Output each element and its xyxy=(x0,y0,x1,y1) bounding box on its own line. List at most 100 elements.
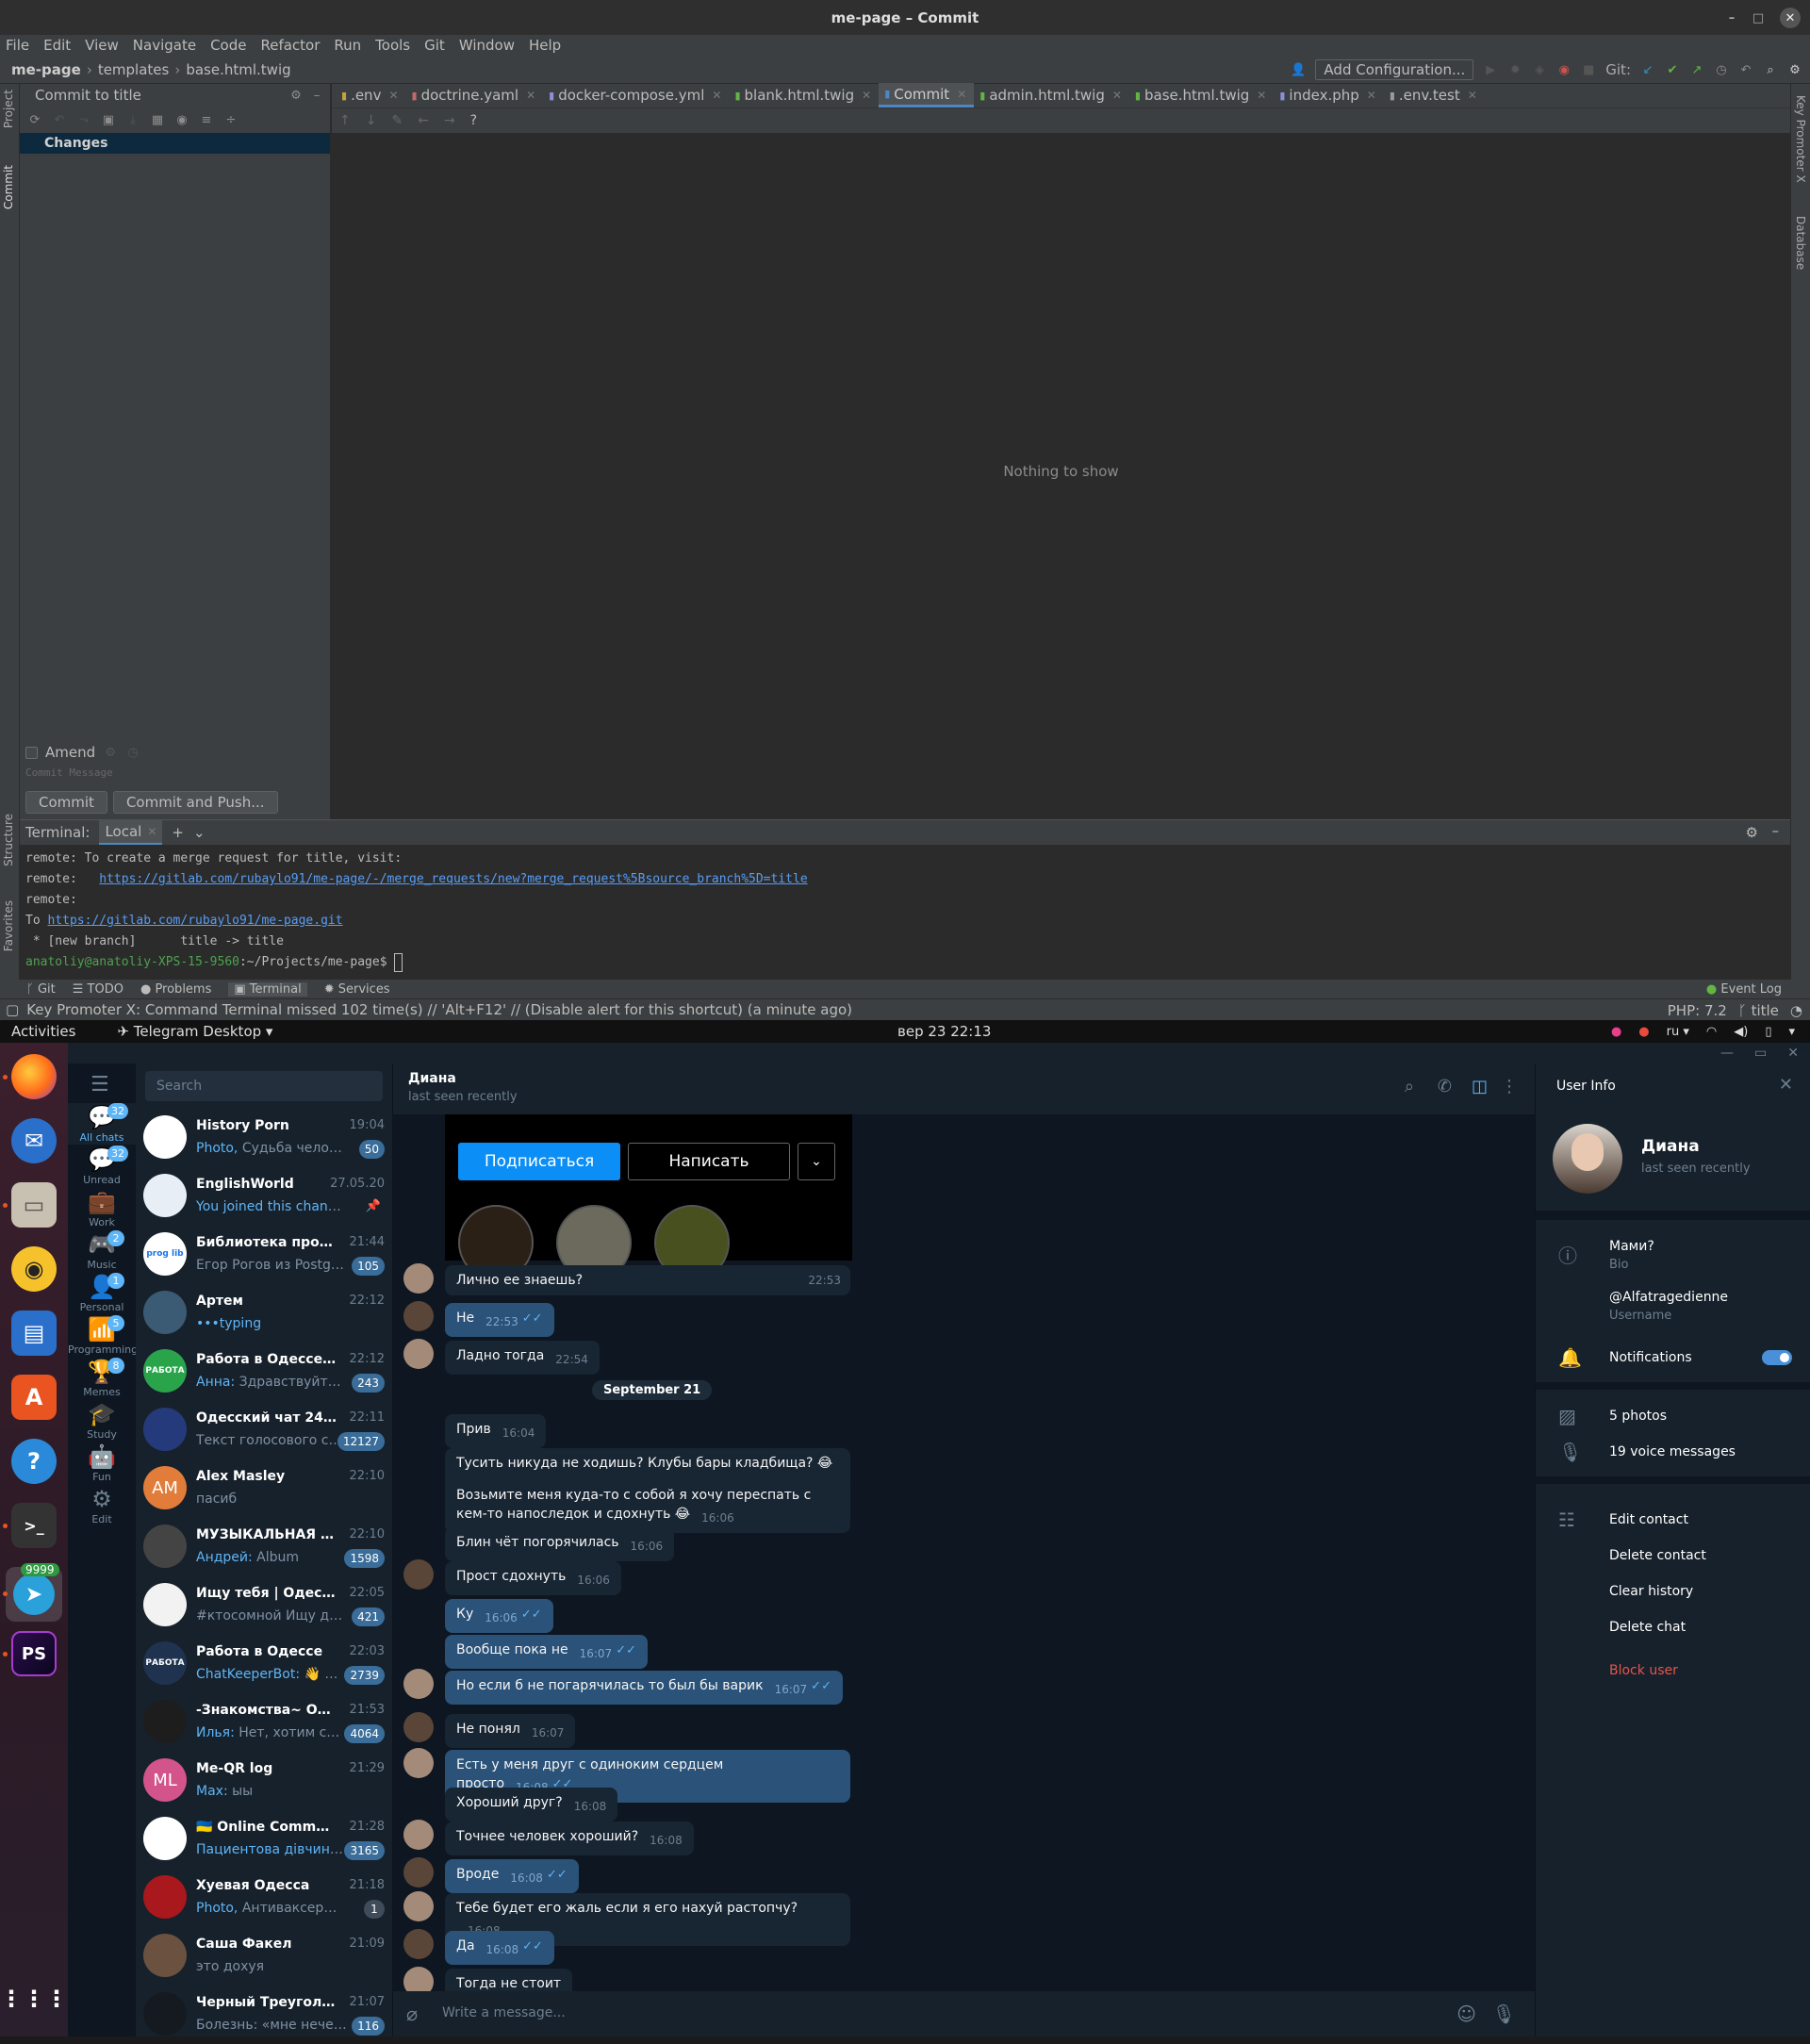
amend-checkbox[interactable] xyxy=(25,746,38,759)
username-value[interactable]: @Alfatragedienne xyxy=(1609,1290,1728,1305)
notifications-toggle[interactable] xyxy=(1762,1350,1792,1365)
breadcrumb-project[interactable]: me-page xyxy=(11,61,81,78)
chat-list-item[interactable]: РАБОТА Работа в Одессе 22:03 ChatKeeperBot:… xyxy=(136,1635,392,1693)
editor-tab[interactable]: ▮ base.html.twig ✕ xyxy=(1129,83,1274,107)
tool-window-git[interactable]: ᚴ Git xyxy=(26,982,56,997)
breadcrumb-file[interactable]: base.html.twig xyxy=(186,61,290,78)
folder-fun[interactable]: 🤖 Fun xyxy=(68,1442,136,1484)
emoji-icon[interactable]: ☺ xyxy=(1456,2003,1476,2025)
chat-list-item[interactable]: Ищу тебя | Одесса 22:05 #ктосомной Ищу дев… xyxy=(136,1576,392,1635)
settings-gear-icon[interactable]: ⚙ xyxy=(1787,62,1802,77)
minimize-icon[interactable]: — xyxy=(1720,1046,1734,1061)
minimize-icon[interactable]: – xyxy=(1721,8,1742,28)
editor-tab[interactable]: ▮ index.php ✕ xyxy=(1274,83,1383,107)
sender-avatar[interactable] xyxy=(403,1857,434,1887)
wifi-icon[interactable]: ◠ xyxy=(1706,1025,1717,1039)
git-commit-icon[interactable]: ✔ xyxy=(1665,62,1680,77)
outgoing-message[interactable]: Да 16:08 ✓✓ xyxy=(445,1931,554,1965)
message-list[interactable]: Подписаться Написать ⌄ Лично ее знаешь? 2… xyxy=(392,1114,1535,1991)
tool-tab-structure[interactable]: Structure xyxy=(2,814,15,866)
phone-icon[interactable]: ✆ xyxy=(1438,1077,1452,1096)
incoming-message[interactable]: Прост сдохнуть 16:06 xyxy=(445,1561,621,1595)
help-icon[interactable]: ? xyxy=(11,1439,57,1484)
chat-list-item[interactable]: Хуевая Одесса21:18Photo, Антиваксеры нач… xyxy=(136,1869,392,1927)
php-version[interactable]: PHP: 7.2 xyxy=(1668,1002,1727,1019)
photos-link[interactable]: 5 photos xyxy=(1609,1409,1667,1424)
close-tab-icon[interactable]: ✕ xyxy=(1367,89,1376,102)
tray-app-icon[interactable]: ● xyxy=(1611,1025,1621,1039)
menu-window[interactable]: Window xyxy=(459,37,515,54)
edit-contact-button[interactable]: Edit contact xyxy=(1609,1512,1688,1527)
folder-programming[interactable]: 📶 Programming 5 xyxy=(68,1315,138,1357)
menu-git[interactable]: Git xyxy=(424,37,445,54)
rollback-icon[interactable]: ↶ xyxy=(52,112,67,127)
incoming-message[interactable]: Прив 16:04 xyxy=(445,1414,547,1448)
show-diff-icon[interactable]: ⤳ xyxy=(76,112,91,127)
git-update-icon[interactable]: ↙ xyxy=(1640,62,1655,77)
git-rollback-icon[interactable]: ↶ xyxy=(1738,62,1753,77)
changelist-icon[interactable]: ▣ xyxy=(101,112,116,127)
show-apps-icon[interactable]: ⋮⋮⋮ xyxy=(0,1976,68,2021)
repo-link[interactable]: https://gitlab.com/rubaylo91/me-page.git xyxy=(47,914,342,928)
commit-and-push-button[interactable]: Commit and Push... xyxy=(112,791,278,814)
editor-tab[interactable]: ▮ admin.html.twig ✕ xyxy=(974,83,1129,107)
help-icon[interactable]: ? xyxy=(470,113,477,128)
close-tab-icon[interactable]: ✕ xyxy=(388,89,398,102)
terminal-output[interactable]: remote: To create a merge request for ti… xyxy=(20,845,1790,977)
sender-avatar[interactable] xyxy=(403,1339,434,1369)
attach-icon[interactable]: ⌀ xyxy=(406,2003,418,2025)
system-menu-icon[interactable]: ▾ xyxy=(1788,1025,1795,1039)
tool-window-todo[interactable]: ☰ TODO xyxy=(73,982,123,997)
inspector-icon[interactable]: ◔ xyxy=(1790,1002,1802,1019)
sidebar-toggle-icon[interactable]: ◫ xyxy=(1472,1077,1488,1096)
delete-contact-button[interactable]: Delete contact xyxy=(1609,1548,1706,1563)
folder-work[interactable]: 💼 Work xyxy=(68,1188,136,1229)
firefox-icon[interactable] xyxy=(11,1054,57,1099)
folder-personal[interactable]: 👤 Personal 1 xyxy=(68,1273,136,1314)
avatar[interactable] xyxy=(1553,1124,1622,1194)
chat-list-item[interactable]: prog lib Библиотека прогр... 21:44 Егор Рог… xyxy=(136,1226,392,1284)
files-icon[interactable]: ▭ xyxy=(11,1182,57,1228)
outgoing-message[interactable]: Вроде 16:08 ✓✓ xyxy=(445,1859,579,1893)
incoming-message[interactable]: Не понял 16:07 xyxy=(445,1714,576,1748)
sender-avatar[interactable] xyxy=(403,1748,434,1778)
editor-tab[interactable]: ▮ blank.html.twig ✕ xyxy=(729,83,879,107)
tool-window-problems[interactable]: ● Problems xyxy=(140,982,211,997)
edit-icon[interactable]: ✎ xyxy=(391,113,403,128)
stop-icon[interactable]: ■ xyxy=(1581,62,1596,77)
close-icon[interactable]: ✕ xyxy=(1780,8,1801,28)
message-input[interactable]: Write a message... xyxy=(442,2005,566,2020)
clear-history-button[interactable]: Clear history xyxy=(1609,1584,1693,1599)
menu-tools[interactable]: Tools xyxy=(375,37,410,54)
close-tab-icon[interactable]: ✕ xyxy=(526,89,535,102)
writer-icon[interactable]: ▤ xyxy=(11,1310,57,1356)
editor-tab[interactable]: ▮ docker-compose.yml ✕ xyxy=(543,83,729,107)
incoming-message[interactable]: Хороший друг? 16:08 xyxy=(445,1788,618,1821)
chat-title[interactable]: Диана xyxy=(408,1071,456,1086)
tray-record-icon[interactable]: ● xyxy=(1638,1025,1649,1039)
forward-icon[interactable]: → xyxy=(444,113,455,128)
editor-tab[interactable]: ▮ .env ✕ xyxy=(336,83,406,107)
close-tab-icon[interactable]: ✕ xyxy=(1112,89,1122,102)
tool-tab-key-promoter[interactable]: Key Promoter X xyxy=(1794,95,1807,183)
add-configuration-button[interactable]: Add Configuration... xyxy=(1315,59,1474,80)
folder-study[interactable]: 🎓 Study xyxy=(68,1400,136,1442)
arrow-up-icon[interactable]: ↑ xyxy=(339,113,351,128)
subscribe-button[interactable]: Подписаться xyxy=(458,1143,620,1180)
hamburger-menu-icon[interactable]: ☰ xyxy=(90,1073,109,1096)
git-push-icon[interactable]: ↗ xyxy=(1689,62,1704,77)
incoming-message[interactable]: Возьмите меня куда-то с собой я хочу пер… xyxy=(445,1480,850,1533)
user-icon[interactable]: 👤 xyxy=(1291,62,1306,77)
gear-icon[interactable]: ⚙ xyxy=(1746,824,1758,841)
incoming-message[interactable]: Точнее человек хороший? 16:08 xyxy=(445,1821,694,1855)
volume-icon[interactable]: ◀) xyxy=(1734,1025,1748,1039)
menu-navigate[interactable]: Navigate xyxy=(133,37,196,54)
editor-tab[interactable]: ▮ doctrine.yaml ✕ xyxy=(406,83,544,107)
battery-icon[interactable]: ▯ xyxy=(1765,1025,1771,1039)
expand-all-icon[interactable]: ≡ xyxy=(199,112,214,127)
refresh-icon[interactable]: ⟳ xyxy=(27,112,42,127)
close-tab-icon[interactable]: ✕ xyxy=(862,89,871,102)
maximize-icon[interactable]: □ xyxy=(1748,8,1769,28)
incoming-message[interactable]: Блин чёт погорячилась 16:06 xyxy=(445,1527,675,1561)
folder-edit[interactable]: ⚙ Edit xyxy=(68,1485,136,1526)
